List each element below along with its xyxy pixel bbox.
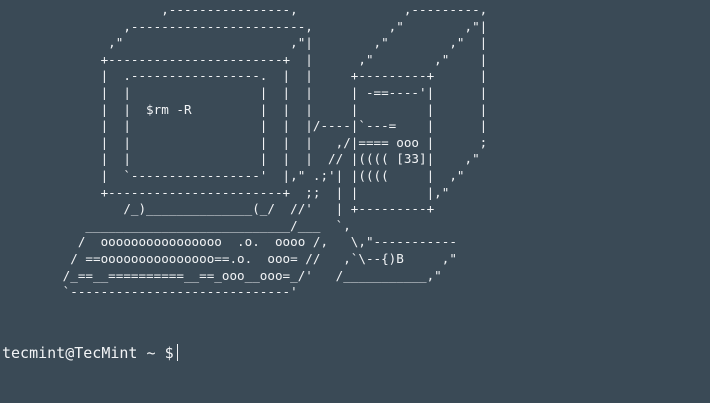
prompt-symbol: $ bbox=[164, 344, 174, 362]
ascii-art-computer: ,----------------, ,---------, ,--------… bbox=[62, 2, 488, 300]
prompt-path: ~ bbox=[146, 344, 156, 362]
text-cursor bbox=[176, 344, 178, 361]
prompt-user-host: tecmint@TecMint bbox=[2, 344, 138, 362]
shell-prompt[interactable]: tecmint@TecMint ~ $ bbox=[2, 343, 178, 363]
terminal-window[interactable]: ,----------------, ,---------, ,--------… bbox=[0, 0, 710, 403]
